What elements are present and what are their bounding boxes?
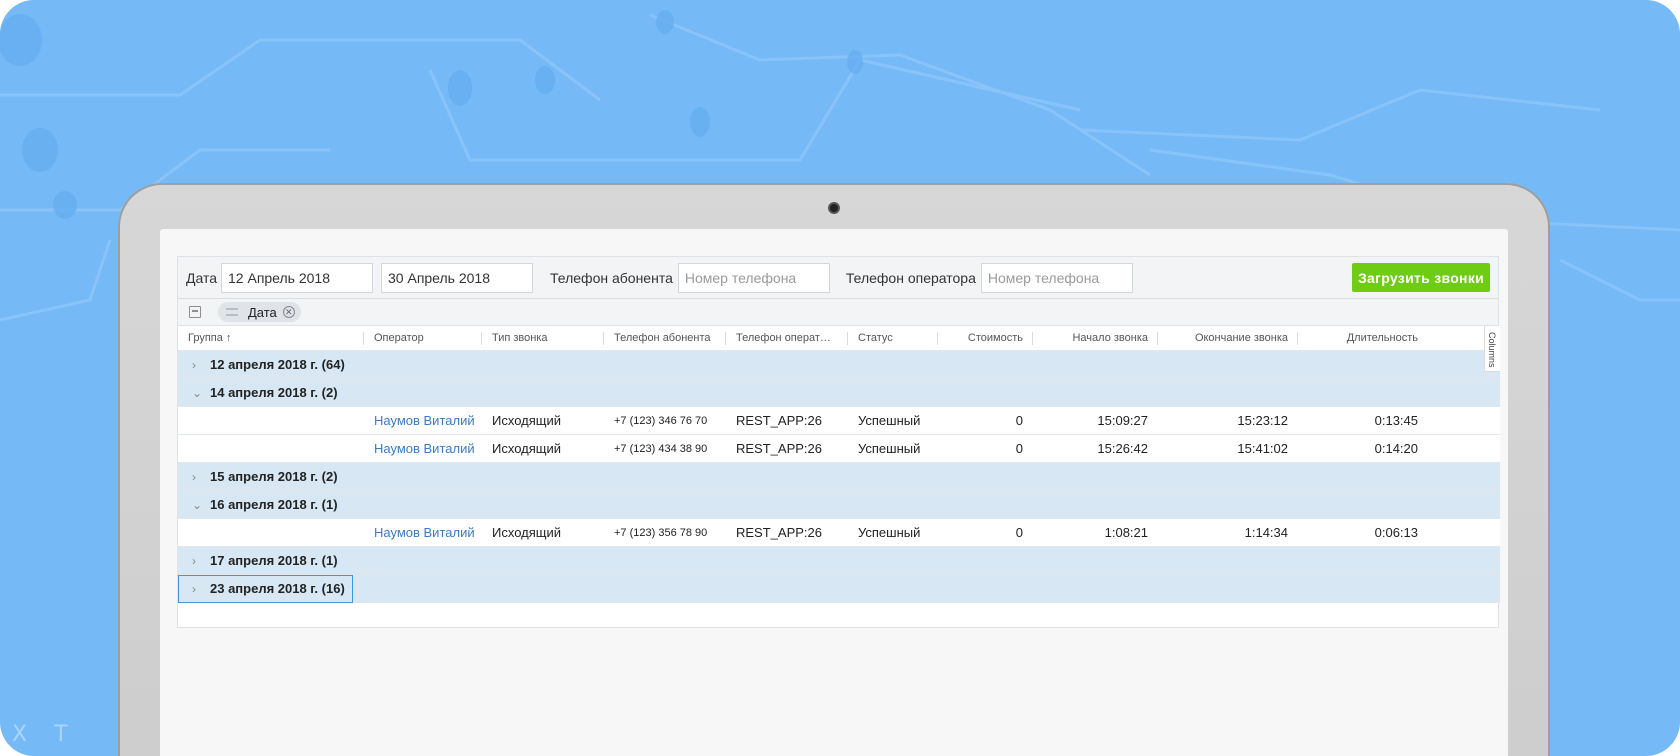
calls-app: Дата Телефон абонента Телефон оператора … <box>177 256 1500 628</box>
cell-operator-phone: REST_APP:26 <box>736 413 822 428</box>
group-panel-icon[interactable] <box>189 306 201 318</box>
group-row[interactable]: › 17 апреля 2018 г. (1) <box>178 547 1500 575</box>
group-row[interactable]: › 15 апреля 2018 г. (2) <box>178 463 1500 491</box>
header-col-start[interactable]: Начало звонка <box>1033 326 1158 351</box>
header-col-end[interactable]: Окончание звонка <box>1158 326 1298 351</box>
filter-bar: Дата Телефон абонента Телефон оператора … <box>178 257 1498 299</box>
cell-operator[interactable]: Наумов Виталий <box>364 519 482 547</box>
laptop-frame: Дата Телефон абонента Телефон оператора … <box>118 183 1550 756</box>
cell-operator-phone: REST_APP:26 <box>736 441 822 456</box>
cell-start: 15:09:27 <box>1097 413 1148 428</box>
cell-duration: 0:06:13 <box>1374 525 1418 540</box>
header-col-subscriber-phone[interactable]: Телефон абонента <box>604 326 726 351</box>
header-col-cost[interactable]: Стоимость <box>938 326 1033 351</box>
cell-cost: 0 <box>1015 441 1023 456</box>
subscriber-phone-input[interactable] <box>677 262 830 293</box>
cell-duration: 0:13:45 <box>1374 413 1418 428</box>
table-row[interactable]: Наумов Виталий Исходящий +7 (123) 434 38 9… <box>178 435 1500 463</box>
drag-handle-icon[interactable] <box>226 308 238 316</box>
chevron-right-icon[interactable]: › <box>192 351 196 379</box>
header-col-operator-phone[interactable]: Телефон операт… <box>726 326 848 351</box>
cell-status: Успешный <box>858 413 921 428</box>
cell-end: 1:14:34 <box>1244 525 1288 540</box>
columns-panel-toggle[interactable]: Columns <box>1484 326 1500 372</box>
chevron-down-icon[interactable]: ⌄ <box>192 379 202 407</box>
table-row[interactable]: Наумов Виталий Исходящий +7 (123) 346 76 7… <box>178 407 1500 435</box>
group-panel: Дата ✕ <box>178 299 1498 326</box>
header-col-group[interactable]: Группа ↑ <box>178 326 364 351</box>
group-chip-date[interactable]: Дата ✕ <box>218 302 301 322</box>
group-label: 14 апреля 2018 г. (2) <box>210 385 338 400</box>
cell-call-type: Исходящий <box>492 525 561 540</box>
operator-phone-input[interactable] <box>980 262 1133 293</box>
date-from-input[interactable] <box>221 262 374 293</box>
watermark: X T <box>12 722 78 747</box>
cell-subscriber-phone: +7 (123) 346 76 70 <box>614 415 708 427</box>
cell-start: 15:26:42 <box>1097 441 1148 456</box>
chevron-right-icon[interactable]: › <box>192 547 196 575</box>
cell-call-type: Исходящий <box>492 413 561 428</box>
laptop-screen: Дата Телефон абонента Телефон оператора … <box>160 229 1508 756</box>
cell-duration: 0:14:20 <box>1374 441 1418 456</box>
group-row[interactable]: ⌄ 16 апреля 2018 г. (1) <box>178 491 1500 519</box>
cell-cost: 0 <box>1015 413 1023 428</box>
remove-group-icon[interactable]: ✕ <box>282 306 295 318</box>
group-label: 16 апреля 2018 г. (1) <box>210 497 338 512</box>
grid-body: › 12 апреля 2018 г. (64) ⌄ 14 апреля 2018 г… <box>178 351 1500 603</box>
group-row[interactable]: › 23 апреля 2018 г. (16) <box>178 575 1500 603</box>
group-label: 15 апреля 2018 г. (2) <box>210 469 338 484</box>
cell-status: Успешный <box>858 441 921 456</box>
header-col-status[interactable]: Статус <box>848 326 938 351</box>
grid-header: Группа ↑ Оператор Тип звонка Телефон абонен… <box>178 326 1500 351</box>
group-label: 17 апреля 2018 г. (1) <box>210 553 338 568</box>
selected-cell-outline <box>178 575 353 603</box>
table-row[interactable]: Наумов Виталий Исходящий +7 (123) 356 78 9… <box>178 519 1500 547</box>
chevron-right-icon[interactable]: › <box>192 463 196 491</box>
date-label: Дата <box>186 269 218 286</box>
operator-phone-label: Телефон оператора <box>845 269 976 286</box>
calls-grid: Группа ↑ Оператор Тип звонка Телефон абонен… <box>178 326 1500 603</box>
date-to-input[interactable] <box>381 262 534 293</box>
cell-start: 1:08:21 <box>1104 525 1148 540</box>
load-calls-button[interactable]: Загрузить звонки <box>1352 263 1490 292</box>
group-chip-label: Дата <box>248 304 277 320</box>
cell-subscriber-phone: +7 (123) 356 78 90 <box>614 527 708 539</box>
subscriber-phone-label: Телефон абонента <box>550 269 673 286</box>
group-row[interactable]: › 12 апреля 2018 г. (64) <box>178 351 1500 379</box>
cell-operator-phone: REST_APP:26 <box>736 525 822 540</box>
cell-operator[interactable]: Наумов Виталий <box>364 407 482 435</box>
cell-call-type: Исходящий <box>492 441 561 456</box>
header-col-duration[interactable]: Длительность <box>1298 326 1428 351</box>
columns-panel-label: Columns <box>1487 332 1497 368</box>
cell-subscriber-phone: +7 (123) 434 38 90 <box>614 443 708 455</box>
group-row[interactable]: ⌄ 14 апреля 2018 г. (2) <box>178 379 1500 407</box>
cell-status: Успешный <box>858 525 921 540</box>
group-label: 12 апреля 2018 г. (64) <box>210 357 345 372</box>
header-col-call-type[interactable]: Тип звонка <box>482 326 604 351</box>
header-col-operator[interactable]: Оператор <box>364 326 482 351</box>
cell-operator[interactable]: Наумов Виталий <box>364 435 482 463</box>
camera-icon <box>828 202 840 214</box>
cell-end: 15:23:12 <box>1237 413 1288 428</box>
chevron-down-icon[interactable]: ⌄ <box>192 491 202 519</box>
cell-end: 15:41:02 <box>1237 441 1288 456</box>
cell-cost: 0 <box>1015 525 1023 540</box>
